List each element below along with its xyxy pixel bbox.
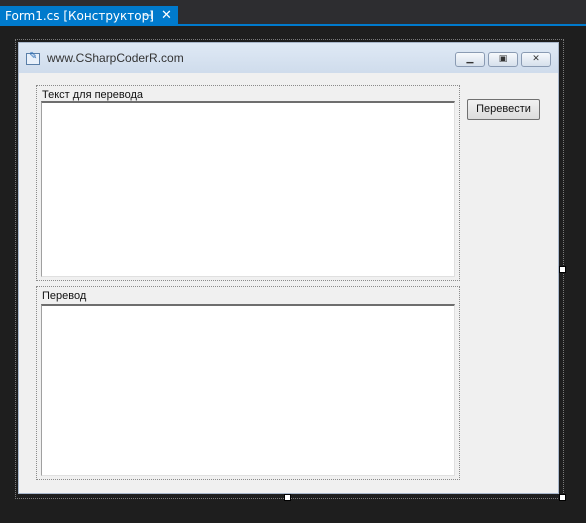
maximize-button[interactable]: ▣	[488, 52, 518, 67]
result-groupbox-label: Перевод	[42, 290, 87, 302]
close-icon[interactable]: ✕	[161, 6, 172, 26]
result-groupbox: Перевод	[36, 286, 460, 480]
minimize-button[interactable]: ▁	[455, 52, 485, 67]
document-tab-strip: Form1.cs [Конструктор] ⊣ ✕	[0, 0, 586, 26]
close-button[interactable]: ✕	[521, 52, 551, 67]
resize-handle-corner[interactable]	[559, 494, 566, 501]
form-title: www.CSharpCoderR.com	[47, 51, 184, 65]
translate-button[interactable]: Перевести	[467, 99, 540, 120]
close-icon: ✕	[532, 54, 540, 64]
result-text-output[interactable]	[41, 304, 455, 476]
designer-surface: ✎ www.CSharpCoderR.com ▁ ▣ ✕ Текст для п…	[0, 26, 586, 523]
form-title-bar[interactable]: ✎ www.CSharpCoderR.com ▁ ▣ ✕	[19, 43, 558, 73]
maximize-icon: ▣	[498, 54, 508, 64]
form-client-area: Текст для перевода Перевод Перевести	[19, 73, 558, 493]
source-groupbox-label: Текст для перевода	[42, 89, 144, 101]
resize-handle-right[interactable]	[559, 266, 566, 273]
document-tab-form1[interactable]: Form1.cs [Конструктор] ⊣ ✕	[0, 6, 178, 26]
resize-handle-bottom[interactable]	[284, 494, 291, 501]
document-tab-title: Form1.cs [Конструктор]	[5, 9, 154, 23]
minimize-icon: ▁	[466, 54, 474, 64]
form-window: ✎ www.CSharpCoderR.com ▁ ▣ ✕ Текст для п…	[18, 42, 559, 494]
source-text-input[interactable]	[41, 101, 455, 277]
form-app-icon: ✎	[26, 51, 40, 65]
pin-icon[interactable]: ⊣	[143, 6, 153, 26]
source-groupbox: Текст для перевода	[36, 85, 460, 281]
